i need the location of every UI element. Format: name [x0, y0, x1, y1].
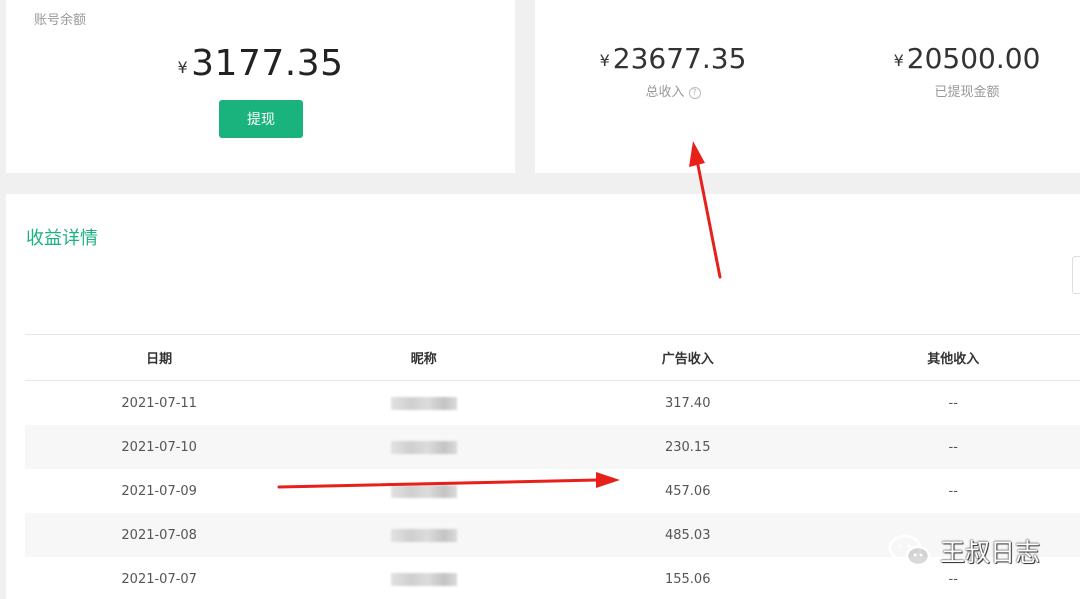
total-income-label: 总收入 [645, 85, 685, 100]
side-panel-toggle[interactable] [1072, 256, 1080, 294]
total-income-label-row: 总收入? [543, 81, 803, 100]
withdrawn-amount: ¥20500.00 [837, 42, 1080, 75]
table-row: 2021-07-11 317.40 -- [25, 381, 1080, 425]
balance-value: 3177.35 [191, 43, 344, 84]
row-other-income: -- [948, 483, 958, 499]
row-date: 2021-07-10 [121, 439, 197, 455]
row-date: 2021-07-09 [121, 483, 197, 499]
withdrawn-label: 已提现金额 [934, 85, 1000, 100]
row-ad-income: 317.40 [664, 395, 711, 411]
total-income-currency: ¥ [599, 51, 610, 70]
row-nickname-blurred [293, 528, 554, 543]
table-row: 2021-07-10 230.15 -- [25, 425, 1080, 469]
row-date: 2021-07-11 [121, 395, 197, 411]
row-other-income: -- [948, 571, 958, 587]
row-ad-income: 457.06 [664, 483, 711, 499]
column-header-nickname[interactable]: 昵称 [293, 348, 554, 367]
question-circle-icon[interactable]: ? [688, 87, 701, 99]
balance-label: 账号余额 [34, 13, 87, 28]
column-header-date[interactable]: 日期 [25, 348, 293, 367]
watermark: 王叔日志 [888, 533, 1040, 569]
withdrawn-stat: ¥20500.00 已提现金额 [837, 42, 1080, 100]
row-date: 2021-07-08 [121, 527, 197, 543]
table-row: 2021-07-09 457.06 -- [25, 469, 1080, 513]
withdrawn-value: 20500.00 [906, 42, 1041, 75]
row-nickname-blurred [293, 396, 554, 411]
column-header-other-income[interactable]: 其他收入 [821, 348, 1080, 367]
detail-title: 收益详情 [26, 228, 98, 249]
balance-currency: ¥ [177, 58, 189, 77]
row-nickname-blurred [293, 572, 554, 587]
table-header: 日期 昵称 广告收入 其他收入 [25, 335, 1080, 381]
row-ad-income: 230.15 [664, 439, 711, 455]
row-other-income: -- [948, 395, 958, 411]
balance-card: 账号余额 ¥3177.35 提现 [6, 0, 515, 173]
total-income-stat: ¥23677.35 总收入? [543, 42, 803, 100]
withdraw-button[interactable]: 提现 [219, 100, 303, 138]
row-nickname-blurred [293, 440, 554, 455]
wechat-icon [888, 534, 931, 567]
column-header-ad-income[interactable]: 广告收入 [554, 348, 821, 367]
total-income-amount: ¥23677.35 [543, 42, 803, 75]
row-date: 2021-07-07 [121, 571, 197, 587]
withdrawn-currency: ¥ [893, 51, 904, 70]
row-ad-income: 485.03 [664, 527, 711, 543]
balance-amount: ¥3177.35 [6, 43, 515, 84]
total-income-value: 23677.35 [612, 42, 747, 75]
row-ad-income: 155.06 [664, 571, 711, 587]
watermark-text: 王叔日志 [940, 538, 1041, 567]
income-summary-card: ¥23677.35 总收入? ¥20500.00 已提现金额 [535, 0, 1080, 173]
row-other-income: -- [948, 439, 958, 455]
row-nickname-blurred [293, 484, 554, 499]
